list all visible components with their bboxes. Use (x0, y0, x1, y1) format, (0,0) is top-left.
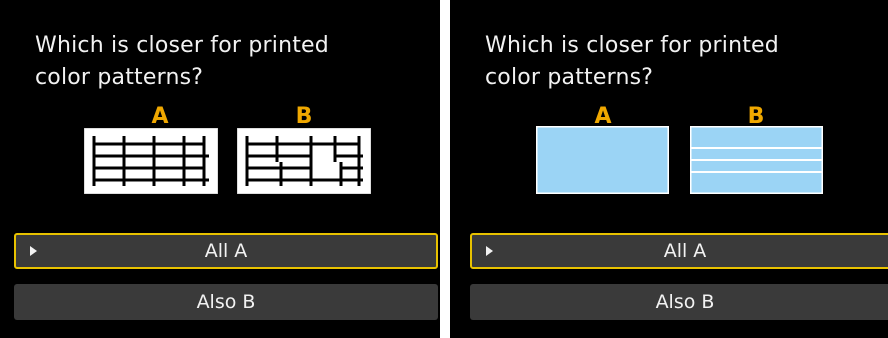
left-panel: Which is closer for printed color patter… (0, 0, 440, 338)
option-all-a[interactable]: All A (14, 233, 438, 269)
option-label: Also B (655, 291, 715, 313)
pattern-b-image (690, 126, 823, 194)
option-label: All A (204, 240, 248, 262)
pattern-b-image (237, 128, 371, 194)
question-text: Which is closer for printed color patter… (485, 33, 779, 90)
pattern-a-image (536, 126, 669, 194)
option-all-a[interactable]: All A (470, 233, 888, 269)
option-also-b[interactable]: Also B (14, 284, 438, 320)
right-triangle-icon (30, 246, 37, 256)
choice-b-label: B (295, 104, 313, 129)
option-label: All A (663, 240, 707, 262)
question-text: Which is closer for printed color patter… (35, 33, 329, 90)
screen: Which is closer for printed color patter… (0, 0, 888, 338)
option-label: Also B (196, 291, 256, 313)
pattern-a-image (84, 128, 218, 194)
right-triangle-icon (486, 246, 493, 256)
choice-a-label: A (151, 104, 169, 129)
right-panel: Which is closer for printed color patter… (450, 0, 888, 338)
option-also-b[interactable]: Also B (470, 284, 888, 320)
